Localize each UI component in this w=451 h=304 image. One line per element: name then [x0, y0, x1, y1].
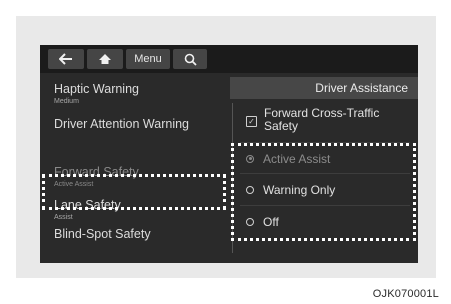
menu-item-value: Assist — [54, 214, 73, 221]
page-title: Driver Assistance — [230, 77, 418, 99]
top-toolbar: Menu — [40, 45, 418, 73]
checkbox-label: Forward Cross-Traffic Safety — [264, 106, 380, 133]
menu-item-blind-spot-safety[interactable]: Blind-Spot Safety — [54, 227, 151, 241]
search-button[interactable] — [173, 49, 207, 69]
menu-item-label: Driver Attention Warning — [54, 117, 190, 131]
arrow-left-icon — [59, 53, 72, 65]
highlight-forward-safety — [42, 174, 226, 210]
home-button[interactable] — [87, 49, 123, 69]
back-button[interactable] — [48, 49, 84, 69]
menu-item-label: Haptic Warning — [54, 82, 139, 96]
menu-button[interactable]: Menu — [126, 49, 170, 69]
search-icon — [184, 53, 197, 66]
menu-item-haptic-warning[interactable]: Haptic Warning Medium — [54, 82, 139, 106]
home-icon — [99, 54, 111, 64]
menu-item-driver-attention-warning[interactable]: Driver Attention Warning — [54, 117, 214, 131]
highlight-options — [231, 143, 416, 241]
menu-item-value: Medium — [54, 98, 79, 105]
figure-code: OJK070001L — [372, 288, 439, 300]
menu-label: Menu — [134, 53, 162, 65]
checkbox-checked-icon: ✓ — [246, 116, 257, 127]
menu-item-label: Blind-Spot Safety — [54, 227, 151, 241]
